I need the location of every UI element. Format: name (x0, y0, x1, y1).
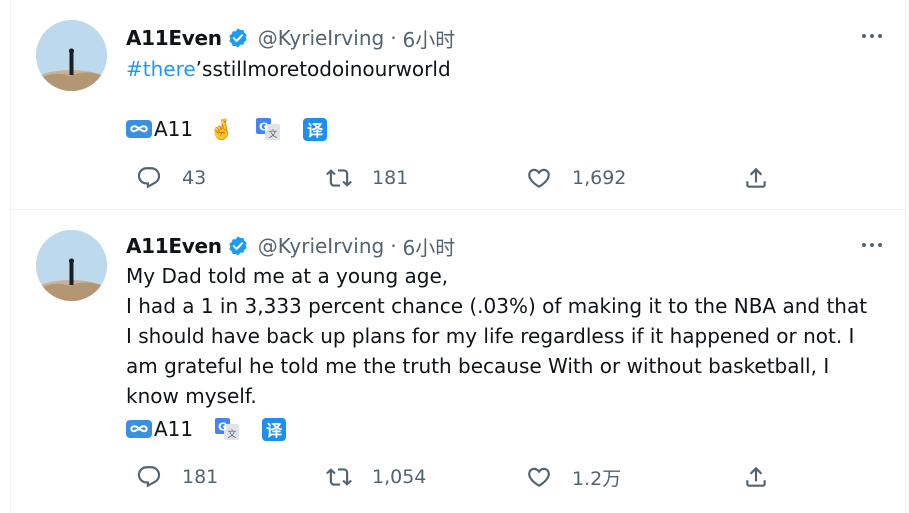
svg-text:G: G (259, 121, 268, 134)
like-count: 1.2万 (572, 467, 622, 490)
reply-count: 43 (182, 167, 207, 189)
signature-text: A11 (154, 117, 194, 141)
reply-icon (137, 466, 161, 488)
svg-text:文: 文 (228, 428, 237, 440)
like-count: 1,692 (572, 167, 627, 189)
verified-badge-icon (229, 236, 247, 256)
like-button[interactable]: 1,692 (526, 163, 626, 193)
reply-button[interactable]: 181 (136, 462, 218, 492)
tweet-signature: A11 🤞 G 文 译 (126, 114, 328, 144)
translate-button[interactable]: 译 (303, 117, 328, 141)
retweet-button[interactable]: 1,054 (326, 462, 426, 492)
more-options-icon[interactable] (857, 21, 887, 51)
handle[interactable]: @KyrieIrving (258, 234, 384, 258)
share-button[interactable] (743, 163, 769, 193)
timestamp[interactable]: 6小时 (403, 232, 456, 261)
hashtag-link[interactable]: #there (126, 57, 196, 81)
tweet-text: My Dad told me at a young age, I had a 1… (126, 261, 875, 411)
heart-icon (528, 467, 550, 487)
verified-badge-icon (229, 28, 247, 48)
retweet-icon (326, 169, 352, 187)
more-options-icon[interactable] (857, 230, 887, 260)
tweet-text-paragraph: I had a 1 in 3,333 percent chance (.03%)… (126, 294, 868, 408)
tweet-text: #there’sstillmoretodoinourworld (126, 54, 875, 84)
translate-button[interactable]: 译 (262, 417, 287, 441)
display-name[interactable]: A11Even (126, 26, 222, 50)
separator: · (390, 234, 397, 258)
tweet-header: A11Even @KyrieIrving · 6小时 (126, 23, 455, 53)
svg-text:G: G (218, 421, 227, 434)
avatar[interactable] (36, 20, 107, 91)
reply-icon (137, 167, 161, 189)
like-button[interactable]: 1.2万 (526, 462, 621, 492)
share-icon (746, 167, 766, 188)
tweet-actions: 181 1,054 1.2万 (126, 462, 905, 492)
svg-text:文: 文 (269, 128, 278, 140)
timestamp[interactable]: 6小时 (403, 24, 456, 53)
share-button[interactable] (743, 462, 769, 492)
infinity-emoji-icon (126, 120, 152, 138)
tweet-actions: 43 181 1,692 (126, 163, 905, 193)
handle[interactable]: @KyrieIrving (258, 26, 384, 50)
crossed-fingers-emoji: 🤞 (209, 117, 235, 141)
signature-text: A11 (154, 417, 194, 441)
timeline: A11Even @KyrieIrving · 6小时 #there’sstill… (10, 0, 906, 513)
tweet-text-line: My Dad told me at a young age, (126, 264, 449, 288)
google-translate-icon[interactable]: G 文 (256, 118, 281, 140)
avatar[interactable] (36, 230, 107, 301)
separator: · (390, 26, 397, 50)
reply-count: 181 (182, 466, 219, 488)
tweet-header: A11Even @KyrieIrving · 6小时 (126, 231, 455, 261)
tweet-text-body: ’sstillmoretodoinourworld (195, 57, 451, 81)
tweet-signature: A11 G 文 译 (126, 414, 287, 444)
reply-button[interactable]: 43 (136, 163, 206, 193)
display-name[interactable]: A11Even (126, 234, 222, 258)
tweet[interactable]: A11Even @KyrieIrving · 6小时 #there’sstill… (11, 0, 905, 210)
heart-icon (528, 168, 550, 188)
share-icon (746, 466, 766, 487)
retweet-count: 1,054 (372, 466, 427, 488)
retweet-icon (326, 468, 352, 486)
infinity-emoji-icon (126, 420, 152, 438)
tweet[interactable]: A11Even @KyrieIrving · 6小时 My Dad told m… (11, 210, 905, 513)
google-translate-icon[interactable]: G 文 (215, 418, 240, 440)
retweet-count: 181 (372, 167, 409, 189)
retweet-button[interactable]: 181 (326, 163, 408, 193)
